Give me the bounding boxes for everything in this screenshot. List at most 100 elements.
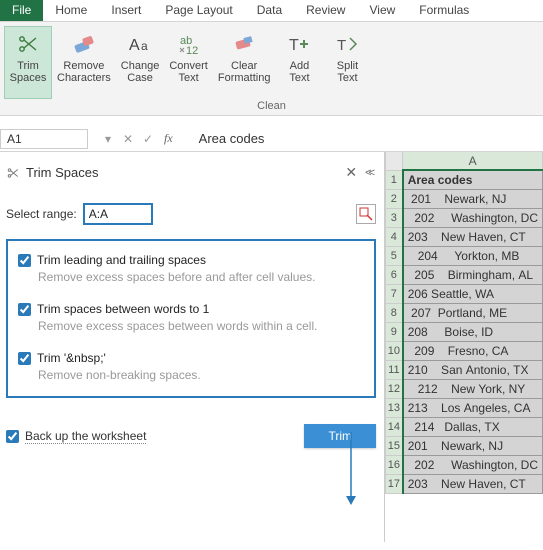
remove-characters-button[interactable]: Remove Characters [52, 26, 116, 99]
tab-view[interactable]: View [357, 0, 407, 21]
svg-text:A: A [129, 37, 140, 54]
cell[interactable]: 204 Yorkton, MB [403, 246, 543, 265]
opt-leading-trailing[interactable]: Trim leading and trailing spaces [18, 253, 364, 267]
cell[interactable]: 212 New York, NY [403, 379, 543, 398]
tab-formulas[interactable]: Formulas [407, 0, 481, 21]
row-header[interactable]: 16 [386, 455, 403, 474]
cell[interactable]: 201 Newark, NJ [403, 189, 543, 208]
add-text-icon: T [285, 30, 313, 58]
cell[interactable]: 213 Los Angeles, CA [403, 398, 543, 417]
cell[interactable]: 202 Washington, DC [403, 455, 543, 474]
tab-data[interactable]: Data [245, 0, 294, 21]
row-header[interactable]: 5 [386, 246, 403, 265]
trim-button[interactable]: Trim [304, 424, 376, 448]
enter-icon[interactable]: ✓ [138, 132, 158, 146]
tab-home[interactable]: Home [43, 0, 99, 21]
cell[interactable]: 210 San Antonio, TX [403, 360, 543, 379]
row-header[interactable]: 11 [386, 360, 403, 379]
opt-label: Trim leading and trailing spaces [37, 253, 206, 267]
button-label: Split Text [337, 60, 358, 84]
range-picker-button[interactable] [356, 204, 376, 224]
svg-text:a: a [141, 39, 148, 53]
clear-formatting-button[interactable]: Clear Formatting [213, 26, 276, 99]
arrow-annotation [345, 432, 357, 506]
button-label: Change Case [121, 60, 160, 84]
backup-label[interactable]: Back up the worksheet [25, 429, 146, 444]
menu-icon[interactable]: << [361, 167, 376, 179]
row-header[interactable]: 4 [386, 227, 403, 246]
row-header[interactable]: 3 [386, 208, 403, 227]
cell[interactable]: 209 Fresno, CA [403, 341, 543, 360]
row-header[interactable]: 12 [386, 379, 403, 398]
row-header[interactable]: 17 [386, 474, 403, 493]
button-label: Clear Formatting [218, 60, 271, 84]
cell[interactable]: 203 New Haven, CT [403, 474, 543, 493]
cell[interactable]: 201 Newark, NJ [403, 436, 543, 455]
row-header[interactable]: 13 [386, 398, 403, 417]
pane-header: Trim Spaces ✕ << [6, 160, 376, 189]
select-range-input[interactable] [85, 207, 151, 221]
cell[interactable]: 208 Boise, ID [403, 322, 543, 341]
tab-insert[interactable]: Insert [99, 0, 153, 21]
cell[interactable]: 202 Washington, DC [403, 208, 543, 227]
dropdown-icon[interactable]: ▾ [98, 132, 118, 146]
checkbox[interactable] [18, 254, 31, 267]
opt-desc: Remove non-breaking spaces. [38, 368, 364, 382]
row-header[interactable]: 15 [386, 436, 403, 455]
trim-spaces-button[interactable]: Trim Spaces [4, 26, 52, 99]
tab-file[interactable]: File [0, 0, 43, 21]
convert-icon: ab12 [175, 30, 203, 58]
svg-text:12: 12 [186, 45, 198, 56]
change-case-icon: Aa [126, 30, 154, 58]
row-header[interactable]: 10 [386, 341, 403, 360]
backup-checkbox[interactable] [6, 430, 19, 443]
opt-between-words[interactable]: Trim spaces between words to 1 [18, 302, 364, 316]
name-box[interactable]: A1 [0, 129, 88, 149]
tab-page-layout[interactable]: Page Layout [153, 0, 244, 21]
button-label: Add Text [289, 60, 309, 84]
cell[interactable]: 207 Portland, ME [403, 303, 543, 322]
cell[interactable]: 203 New Haven, CT [403, 227, 543, 246]
opt-label: Trim '&nbsp;' [37, 351, 106, 365]
tab-review[interactable]: Review [294, 0, 357, 21]
pane-title: Trim Spaces [26, 165, 341, 180]
clear-format-icon [230, 30, 258, 58]
row-header[interactable]: 6 [386, 265, 403, 284]
row-header[interactable]: 14 [386, 417, 403, 436]
opt-desc: Remove excess spaces before and after ce… [38, 270, 364, 284]
cell[interactable]: 214 Dallas, TX [403, 417, 543, 436]
opt-nbsp[interactable]: Trim '&nbsp;' [18, 351, 364, 365]
formula-bar: A1 ▾ ✕ ✓ fx Area codes [0, 126, 543, 152]
checkbox[interactable] [18, 352, 31, 365]
svg-text:T: T [337, 37, 346, 54]
split-icon: T [333, 30, 361, 58]
row-header[interactable]: 2 [386, 189, 403, 208]
close-icon[interactable]: ✕ [341, 164, 361, 181]
ribbon-group-caption: Clean [4, 99, 539, 113]
split-text-button[interactable]: T Split Text [323, 26, 371, 99]
cell[interactable]: Area codes [403, 170, 543, 189]
ribbon: Trim Spaces Remove Characters Aa Change … [0, 22, 543, 116]
change-case-button[interactable]: Aa Change Case [116, 26, 165, 99]
row-header[interactable]: 9 [386, 322, 403, 341]
checkbox[interactable] [18, 303, 31, 316]
cell[interactable]: 206 Seattle, WA [403, 284, 543, 303]
row-header[interactable]: 1 [386, 170, 403, 189]
button-label: Convert Text [169, 60, 208, 84]
scissors-icon [6, 166, 20, 180]
button-label: Remove Characters [57, 60, 111, 84]
row-header[interactable]: 8 [386, 303, 403, 322]
spreadsheet-grid[interactable]: A 1Area codes2 201 Newark, NJ3 202 Washi… [384, 152, 543, 542]
fx-icon[interactable]: fx [164, 131, 173, 146]
formula-value[interactable]: Area codes [199, 131, 265, 146]
ribbon-tabs: File Home Insert Page Layout Data Review… [0, 0, 543, 22]
row-header[interactable]: 7 [386, 284, 403, 303]
cancel-icon[interactable]: ✕ [118, 132, 138, 146]
add-text-button[interactable]: T Add Text [275, 26, 323, 99]
col-header-a[interactable]: A [403, 152, 543, 170]
opt-desc: Remove excess spaces between words withi… [38, 319, 364, 333]
convert-text-button[interactable]: ab12 Convert Text [164, 26, 213, 99]
options-box: Trim leading and trailing spaces Remove … [6, 239, 376, 398]
cell[interactable]: 205 Birmingham, AL [403, 265, 543, 284]
scissors-icon [14, 30, 42, 58]
